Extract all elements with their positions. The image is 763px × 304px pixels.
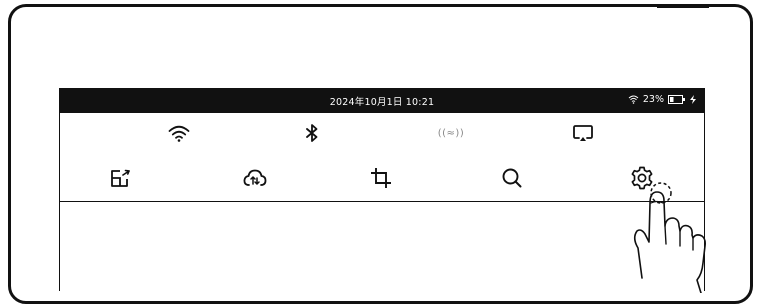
wifi-icon: [628, 95, 639, 104]
cloud-sync-button[interactable]: [241, 166, 269, 190]
quick-actions-row: [60, 158, 704, 198]
nfc-toggle[interactable]: ((≈)): [434, 123, 468, 143]
screen-cast-toggle[interactable]: [570, 122, 596, 144]
nfc-icon: ((≈)): [437, 127, 465, 139]
crop-icon: [370, 167, 392, 189]
search-button[interactable]: [500, 166, 524, 190]
battery-percent: 23%: [642, 94, 664, 105]
search-icon: [502, 168, 522, 188]
wifi-toggle[interactable]: [164, 123, 194, 143]
screenshot-crop-button[interactable]: [368, 165, 394, 191]
bluetooth-icon: [306, 124, 318, 142]
file-transfer-icon: [110, 169, 130, 188]
quick-toggles-row: ((≈)): [60, 113, 704, 153]
panel-divider: [60, 201, 704, 202]
bluetooth-toggle[interactable]: [302, 122, 322, 144]
charging-icon: [690, 95, 696, 104]
tap-gesture-hand-illustration: [628, 168, 728, 293]
device-screen: 2024年10月1日 10:21 23% ((≈)): [59, 88, 705, 291]
screen-cast-icon: [573, 124, 593, 142]
cloud-sync-icon: [243, 169, 267, 187]
battery-icon: [668, 95, 686, 104]
status-indicators: 23%: [628, 94, 696, 105]
file-transfer-button[interactable]: [107, 166, 133, 190]
wifi-icon: [168, 125, 190, 142]
status-bar: 2024年10月1日 10:21 23%: [60, 88, 704, 113]
power-button: [657, 4, 709, 8]
status-datetime: 2024年10月1日 10:21: [329, 97, 435, 108]
